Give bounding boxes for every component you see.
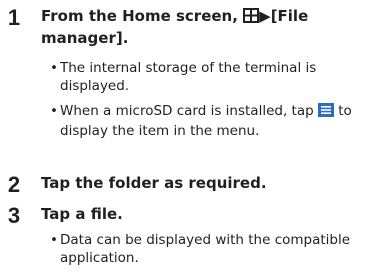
bullet-marker: • <box>50 232 58 248</box>
bullet-marker: • <box>50 60 58 76</box>
bullet-item: • The internal storage of the terminal i… <box>50 59 360 95</box>
apps-grid-icon <box>243 8 260 28</box>
bullet-text: Data can be displayed with the compatibl… <box>60 232 351 266</box>
step-title: From the Home screen, ▶[File manager]. <box>41 6 361 48</box>
bullet-text: When a microSD card is installed, tap to… <box>50 102 360 140</box>
bullet-item: • When a microSD card is installed, tap … <box>50 102 360 140</box>
menu-icon <box>317 103 334 122</box>
step-title-prefix: From the Home screen, <box>41 7 244 25</box>
step-number: 2 <box>7 172 21 197</box>
bullet-item: • Data can be displayed with the compati… <box>50 231 360 267</box>
bullet-text: The internal storage of the terminal is … <box>60 60 317 94</box>
step-number: 3 <box>7 203 21 228</box>
step-title: Tap a file. <box>41 205 123 223</box>
bullet-text-before: When a microSD card is installed, tap <box>60 103 318 119</box>
bullet-marker: • <box>50 103 58 119</box>
step-title: Tap the folder as required. <box>41 174 267 192</box>
arrow-glyph: ▶ <box>259 7 271 25</box>
step-number: 1 <box>7 5 21 30</box>
